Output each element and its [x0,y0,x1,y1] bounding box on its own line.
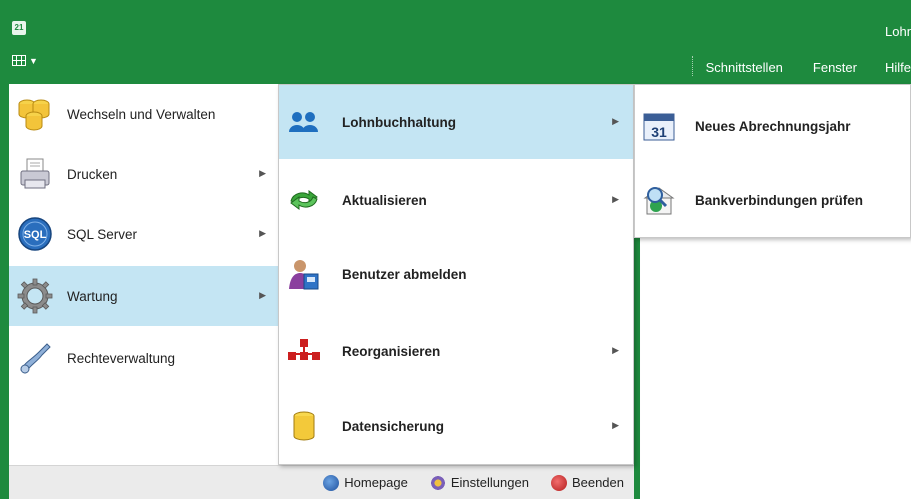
chevron-right-icon: ▶ [259,228,266,238]
title-bar: 21 Lohn ▼ Schnittstellen Fenster Hilfe [0,0,911,84]
settings-gear-icon [429,474,446,491]
submenu-label: Aktualisieren [342,192,427,208]
menu-bar: Schnittstellen Fenster Hilfe [668,56,911,76]
submenu-label: Reorganisieren [342,343,441,359]
menu-fenster[interactable]: Fenster [813,60,857,75]
settings-label: Einstellungen [450,475,529,490]
database-cylinders-icon [17,96,53,132]
homepage-label: Homepage [344,475,408,490]
chevron-right-icon: ▶ [612,420,619,430]
chevron-right-icon: ▶ [612,116,619,126]
app-icon[interactable]: 21 [12,21,26,35]
application-menu-button[interactable]: ▼ [12,55,38,66]
submenu-item-reorganisieren[interactable]: Reorganisieren ▶ [279,314,633,388]
bank-search-icon [641,182,677,218]
chevron-right-icon: ▶ [612,194,619,204]
key-icon [17,340,53,376]
chevron-right-icon: ▶ [259,168,266,178]
chevron-down-icon: ▼ [29,55,38,66]
main-menu-label: Wartung [67,288,118,304]
calendar-icon: 31 [641,108,677,144]
main-menu-label: Wechseln und Verwalten [67,106,216,122]
submenu2-item-neues-abrechnungsjahr[interactable]: 31 Neues Abrechnungsjahr [635,89,910,163]
exit-button[interactable]: Beenden [550,474,624,491]
submenu2-item-bankverbindungen-pruefen[interactable]: Bankverbindungen prüfen [635,163,910,237]
user-logout-icon [287,257,321,291]
chevron-right-icon: ▶ [612,345,619,355]
printer-icon [17,156,53,192]
hierarchy-icon [287,334,321,368]
submenu-item-lohnbuchhaltung[interactable]: Lohnbuchhaltung ▶ [279,85,633,159]
submenu-label: Lohnbuchhaltung [342,114,456,130]
globe-icon [323,474,340,491]
wartung-submenu: Lohnbuchhaltung ▶ Aktualisieren ▶ Benutz… [278,84,634,465]
submenu2-label: Neues Abrechnungsjahr [695,118,851,134]
exit-icon [550,474,567,491]
main-menu-item-drucken[interactable]: Drucken ▶ [9,144,278,204]
grid-menu-icon [12,55,26,66]
chevron-right-icon: ▶ [259,290,266,300]
window-border-left [0,84,9,499]
menu-schnittstellen[interactable]: Schnittstellen [706,60,783,75]
svg-text:SQL: SQL [24,229,47,241]
refresh-arrows-icon [287,183,321,217]
users-icon [287,105,321,139]
submenu-item-aktualisieren[interactable]: Aktualisieren ▶ [279,163,633,237]
submenu-label: Benutzer abmelden [342,266,467,282]
homepage-button[interactable]: Homepage [323,474,408,491]
calendar-day: 31 [651,124,667,140]
submenu-label: Datensicherung [342,418,445,434]
main-menu-item-wechseln[interactable]: Wechseln und Verwalten [9,84,278,144]
submenu-item-benutzer-abmelden[interactable]: Benutzer abmelden [279,237,633,311]
menu-separator [691,56,693,76]
menu-hilfe[interactable]: Hilfe [885,60,911,75]
main-menu-label: SQL Server [67,226,138,242]
sql-server-icon: SQL [17,216,53,252]
main-menu: Wechseln und Verwalten Drucken ▶ SQL SQL… [9,84,278,465]
gear-icon [17,278,53,314]
database-icon [287,409,321,443]
main-menu-item-wartung[interactable]: Wartung ▶ [9,266,278,326]
bottom-bar: Homepage Einstellungen Beenden [9,465,634,499]
main-menu-item-rechteverwaltung[interactable]: Rechteverwaltung [9,328,278,388]
main-menu-label: Drucken [67,166,118,182]
window-title: Lohn [885,24,911,39]
settings-button[interactable]: Einstellungen [429,474,529,491]
main-menu-item-sql-server[interactable]: SQL SQL Server ▶ [9,204,278,264]
submenu2-label: Bankverbindungen prüfen [695,192,864,208]
submenu-item-datensicherung[interactable]: Datensicherung ▶ [279,389,633,463]
exit-label: Beenden [571,475,624,490]
lohnbuchhaltung-submenu: 31 Neues Abrechnungsjahr Bankverbindunge… [634,84,911,238]
main-menu-label: Rechteverwaltung [67,350,176,366]
